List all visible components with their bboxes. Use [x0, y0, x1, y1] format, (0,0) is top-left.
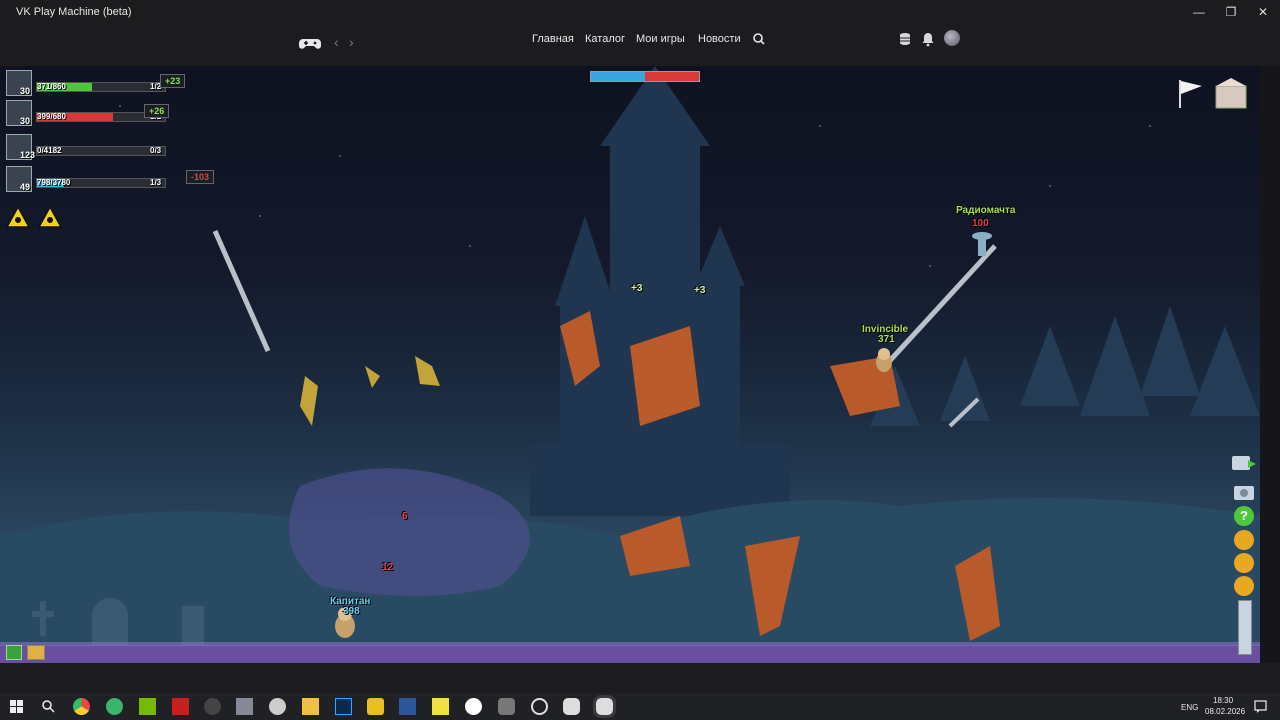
settings-icon[interactable] — [269, 698, 286, 715]
haunted-castle — [530, 66, 790, 516]
steam-like-icon[interactable] — [204, 698, 221, 715]
zoom-slider[interactable] — [1238, 600, 1252, 655]
back-arrow-icon[interactable]: ‹ — [334, 34, 339, 50]
damage-number: 12 — [382, 562, 394, 573]
team-worm-count: 0/3 — [150, 146, 162, 155]
clock-date[interactable]: 08.02.2026 — [1205, 707, 1245, 716]
window-title: VK Play Machine (beta) — [16, 6, 132, 18]
bonus-label: +3 — [631, 283, 643, 294]
window-bottom-strip — [0, 663, 1280, 693]
floating-debris — [300, 356, 440, 426]
search-icon[interactable] — [40, 698, 57, 715]
yandex-icon[interactable] — [465, 698, 482, 715]
team-score-delta: -103 — [186, 170, 215, 184]
windows-start-icon[interactable] — [8, 698, 25, 715]
team-worm-count: 1/3 — [150, 178, 162, 187]
girder — [212, 229, 271, 353]
minimize-icon[interactable]: — — [1182, 0, 1216, 24]
flag-icon[interactable] — [1172, 76, 1206, 110]
close-icon[interactable]: ✕ — [1246, 0, 1280, 24]
game-scrollbar[interactable] — [1260, 66, 1280, 663]
team-hp: 399/680 — [37, 112, 66, 121]
radio-tower-hp: 100 — [972, 218, 989, 229]
nav-link-catalog[interactable]: Каталог — [585, 33, 625, 45]
nvidia-icon[interactable] — [139, 698, 156, 715]
word-icon[interactable] — [399, 698, 416, 715]
clock-time[interactable]: 18:30 — [1213, 696, 1233, 705]
app-nav-bar: ‹ › Главная Каталог Мои игры Новости — [0, 24, 1280, 66]
files-icon[interactable] — [302, 698, 319, 715]
chrome-icon[interactable] — [73, 698, 90, 715]
gamepad-logo-icon[interactable] — [298, 32, 322, 56]
restore-icon[interactable]: ❐ — [1214, 0, 1248, 24]
notifications-icon[interactable] — [1252, 698, 1269, 715]
girder — [883, 244, 997, 368]
background-forest — [870, 306, 1260, 426]
damage-number: 6 — [402, 511, 408, 522]
app-hex-icon[interactable] — [498, 698, 515, 715]
yellow-app-icon[interactable] — [432, 698, 449, 715]
utility-crate-icon[interactable] — [1212, 72, 1250, 112]
chat-toggle-icon[interactable] — [27, 645, 45, 660]
settings-gear-icon[interactable] — [1234, 576, 1254, 596]
team-level: 123 — [20, 150, 36, 160]
nav-link-my-games[interactable]: Мои игры — [636, 33, 685, 45]
nav-link-news[interactable]: Новости — [698, 33, 741, 45]
team-row: 30 399/680 1/1 +26 — [6, 100, 226, 128]
search-icon[interactable] — [751, 31, 767, 47]
app-icon[interactable] — [236, 698, 253, 715]
team-row: 30 371/860 1/2 +23 — [6, 70, 226, 98]
enemy-worm-hp: 371 — [878, 334, 895, 345]
nav-link-home[interactable]: Главная — [532, 33, 574, 45]
water-surface — [0, 645, 1260, 663]
msi-icon[interactable] — [172, 698, 189, 715]
camera-play-icon[interactable] — [1230, 450, 1258, 474]
team-level: 49 — [20, 182, 31, 192]
bonus-label: +3 — [694, 285, 706, 296]
bell-icon[interactable] — [920, 31, 936, 47]
user-avatar[interactable] — [944, 30, 960, 46]
team-hp: 798/3780 — [37, 178, 71, 187]
team-hp: 0/4182 — [37, 146, 62, 155]
photoshop-icon[interactable] — [335, 698, 352, 715]
player-worm-hp: 398 — [343, 606, 360, 617]
whatsapp-icon[interactable] — [106, 698, 123, 715]
gamepad-icon[interactable] — [563, 698, 580, 715]
team-level: 30 — [20, 116, 31, 126]
team-row: 49 798/3780 1/3 -103 — [6, 166, 226, 194]
wind-indicator — [590, 71, 700, 82]
vk-play-icon[interactable] — [593, 695, 616, 718]
app-lens-icon[interactable] — [531, 698, 548, 715]
app-triangle-icon[interactable] — [367, 698, 384, 715]
team-score-delta: +23 — [160, 74, 186, 88]
input-language[interactable]: ENG — [1181, 703, 1198, 712]
team-row: 123 0/4182 0/3 — [6, 134, 226, 162]
radiation-hazard-icon — [38, 206, 62, 228]
check-icon[interactable] — [6, 645, 22, 660]
help-icon[interactable]: ? — [1234, 506, 1254, 526]
team-score-delta: +26 — [144, 104, 170, 118]
windows-taskbar: ENG 18:30 08.02.2026 — [0, 693, 1280, 720]
window-titlebar: VK Play Machine (beta) — ❐ ✕ — [0, 0, 1280, 24]
team-hp: 371/860 — [37, 82, 66, 91]
magic-cloud — [288, 468, 530, 596]
chat-icon[interactable] — [1234, 530, 1254, 550]
enemy-worm — [876, 348, 892, 372]
team-level: 30 — [20, 86, 31, 96]
camera-icon[interactable] — [1232, 480, 1256, 502]
forward-arrow-icon[interactable]: › — [349, 34, 354, 50]
radio-tower-label: Радиомачта — [956, 205, 1016, 216]
radiation-hazard-icon — [6, 206, 30, 228]
targets-icon[interactable] — [1234, 553, 1254, 573]
storage-icon[interactable] — [897, 31, 913, 47]
